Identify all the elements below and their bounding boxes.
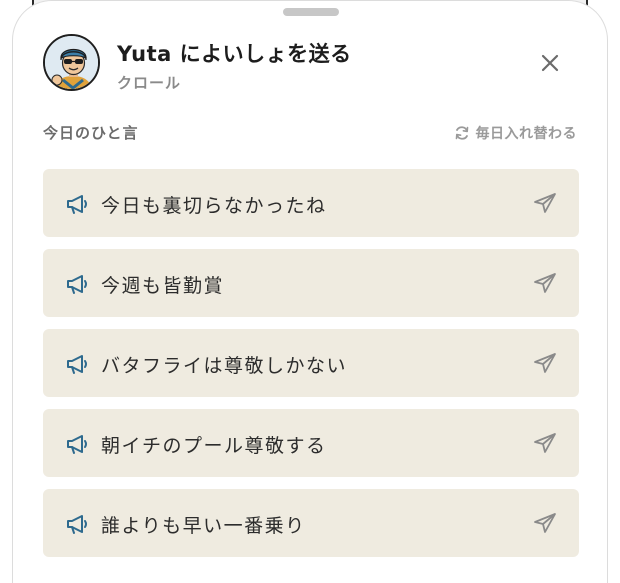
refresh-icon: [455, 126, 468, 140]
phrase-text: バタフライは尊敬しかない: [101, 355, 348, 377]
sheet-title: Yuta によいしょを送る: [117, 42, 352, 66]
phrase-list: 今日も裏切らなかったね 今週も皆勤賞 バタフライは尊敬しかない 朝イチのプール尊…: [43, 169, 579, 569]
send-icon[interactable]: [533, 352, 557, 374]
phrase-item[interactable]: 誰よりも早い一番乗り: [43, 489, 579, 557]
send-icon[interactable]: [533, 512, 557, 534]
sheet-subtitle: クロール: [117, 74, 182, 92]
phrase-text: 朝イチのプール尊敬する: [101, 435, 327, 457]
phrase-item[interactable]: 今週も皆勤賞: [43, 249, 579, 317]
daily-rotation-note: 毎日入れ替わる: [454, 122, 578, 144]
phrase-text: 誰よりも早い一番乗り: [101, 515, 306, 537]
section-label: 今日のひと言: [43, 124, 139, 142]
phrase-item[interactable]: バタフライは尊敬しかない: [43, 329, 579, 397]
phrase-text: 今日も裏切らなかったね: [101, 195, 327, 217]
send-icon[interactable]: [533, 192, 557, 214]
send-icon[interactable]: [533, 272, 557, 294]
megaphone-icon: [67, 275, 87, 294]
sheet-header: Yuta によいしょを送る クロール: [43, 34, 577, 94]
sheet-grabber-handle[interactable]: [283, 8, 339, 16]
close-icon: [541, 54, 559, 72]
send-praise-sheet: Yuta によいしょを送る クロール 今日のひと言 毎日入れ替わる 今日も裏切ら…: [12, 0, 608, 583]
close-button[interactable]: [535, 48, 565, 78]
megaphone-icon: [67, 515, 87, 534]
phrase-item[interactable]: 朝イチのプール尊敬する: [43, 409, 579, 477]
send-icon[interactable]: [533, 432, 557, 454]
swimmer-avatar-icon: [45, 36, 98, 89]
megaphone-icon: [67, 435, 87, 454]
phrase-item[interactable]: 今日も裏切らなかったね: [43, 169, 579, 237]
avatar: [43, 34, 100, 91]
app-background: Yuta によいしょを送る クロール 今日のひと言 毎日入れ替わる 今日も裏切ら…: [0, 0, 620, 583]
megaphone-icon: [67, 195, 87, 214]
daily-note-text: 毎日入れ替わる: [475, 126, 577, 142]
phrase-text: 今週も皆勤賞: [101, 275, 225, 297]
megaphone-icon: [67, 355, 87, 374]
phrase-section-header: 今日のひと言 毎日入れ替わる: [43, 122, 577, 144]
